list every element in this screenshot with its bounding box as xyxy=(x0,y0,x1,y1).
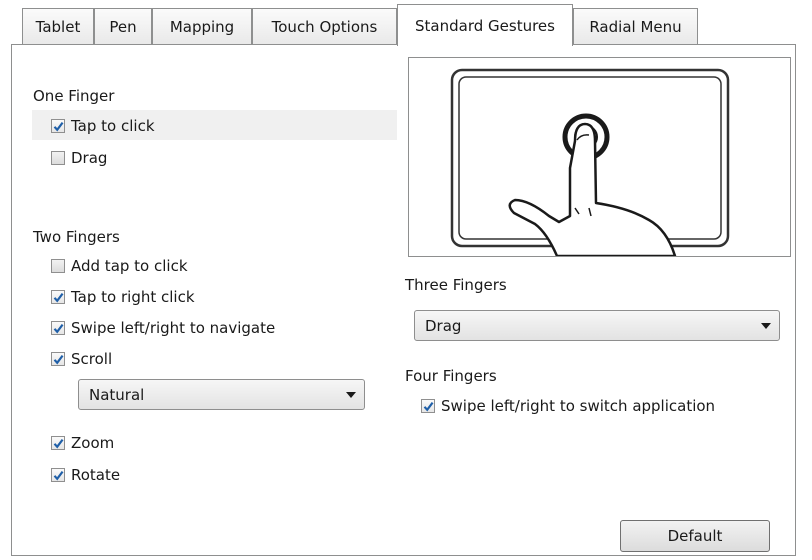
scroll-mode-dropdown[interactable]: Natural xyxy=(78,379,365,410)
swipe-navigate-checkbox[interactable]: Swipe left/right to navigate xyxy=(51,316,275,340)
checkbox-label: Tap to right click xyxy=(71,288,195,306)
four-fingers-heading: Four Fingers xyxy=(405,367,497,385)
checkbox-label: Swipe left/right to navigate xyxy=(71,319,276,337)
scroll-checkbox[interactable]: Scroll xyxy=(51,347,112,371)
rotate-checkbox[interactable]: Rotate xyxy=(51,463,120,487)
tap-to-click-checkbox[interactable]: Tap to click xyxy=(51,114,155,138)
checkbox-checked-icon xyxy=(51,352,65,366)
zoom-checkbox[interactable]: Zoom xyxy=(51,431,114,455)
checkbox-label: Rotate xyxy=(71,466,121,484)
touchpad-tap-illustration xyxy=(450,68,730,258)
checkbox-checked-icon xyxy=(51,436,65,450)
checkbox-checked-icon xyxy=(51,468,65,482)
checkbox-checked-icon xyxy=(421,399,435,413)
checkbox-checked-icon xyxy=(51,290,65,304)
default-button[interactable]: Default xyxy=(620,520,770,552)
checkbox-unchecked-icon xyxy=(51,259,65,273)
add-tap-to-click-checkbox[interactable]: Add tap to click xyxy=(51,254,188,278)
three-fingers-dropdown[interactable]: Drag xyxy=(414,310,780,341)
checkbox-checked-icon xyxy=(51,321,65,335)
checkbox-label: Zoom xyxy=(71,434,115,452)
dropdown-value: Natural xyxy=(89,385,145,404)
checkbox-label: Tap to click xyxy=(71,117,155,135)
checkbox-label: Drag xyxy=(71,149,108,167)
checkbox-label: Swipe left/right to switch application xyxy=(441,397,716,415)
chevron-down-icon xyxy=(761,323,771,329)
checkbox-unchecked-icon xyxy=(51,151,65,165)
tap-to-right-click-checkbox[interactable]: Tap to right click xyxy=(51,285,195,309)
swipe-switch-application-checkbox[interactable]: Swipe left/right to switch application xyxy=(421,394,715,418)
two-fingers-heading: Two Fingers xyxy=(33,228,120,246)
dropdown-value: Drag xyxy=(425,316,462,335)
three-fingers-heading: Three Fingers xyxy=(405,276,507,294)
gesture-preview xyxy=(408,57,791,258)
one-finger-heading: One Finger xyxy=(33,87,115,105)
checkbox-label: Add tap to click xyxy=(71,257,188,275)
checkbox-label: Scroll xyxy=(71,350,113,368)
button-label: Default xyxy=(667,527,723,545)
drag-checkbox[interactable]: Drag xyxy=(51,146,107,170)
chevron-down-icon xyxy=(346,392,356,398)
checkbox-checked-icon xyxy=(51,119,65,133)
